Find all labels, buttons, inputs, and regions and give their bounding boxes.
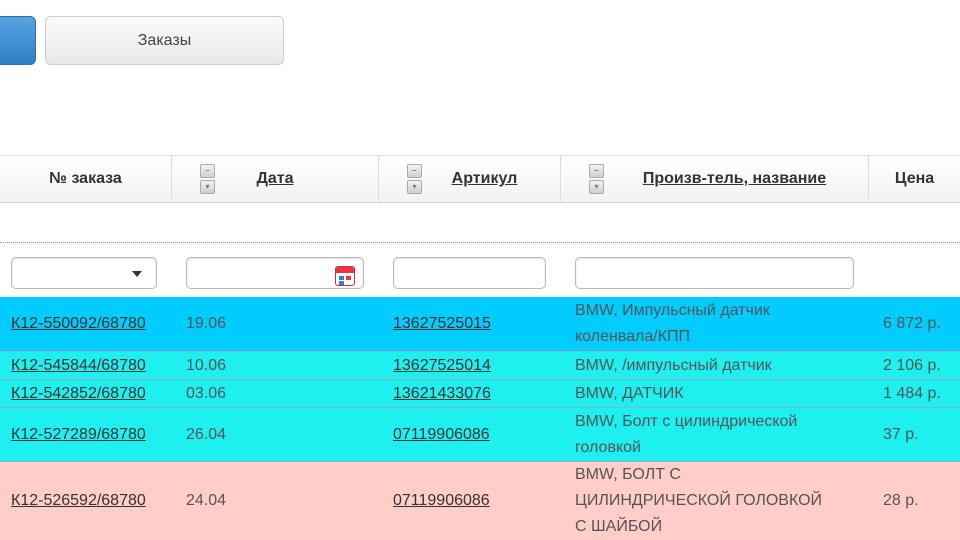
product-name-line: головкой [575,438,641,456]
product-name-line: коленвала/КПП [575,328,691,345]
order-date: 19.06 [186,315,227,332]
date-sort-control[interactable]: – ▾ [200,164,216,196]
sort-down-icon[interactable]: ▾ [407,180,422,194]
article-link[interactable]: 07119906086 [393,408,490,461]
table-row[interactable]: К12-527289/68780 26.04 07119906086 BMW, … [0,408,960,462]
tab-orders[interactable]: Заказы [45,16,284,65]
order-price: 2 106 р. [883,356,941,374]
table-header: № заказа – ▾ Дата – ▾ Артикул – ▾ Произв… [0,155,960,203]
column-header-price: Цена [869,156,960,202]
product-name: BMW, /импульсный датчик [575,356,772,374]
sort-up-icon[interactable]: – [200,164,215,178]
product-name: BMW, Болт с цилиндрической головкой [575,408,797,461]
article-link[interactable]: 13621433076 [393,380,491,407]
order-number-link[interactable]: К12-526592/68780 [11,462,146,540]
sort-down-icon[interactable]: ▾ [200,180,215,194]
article-link[interactable]: 13627525014 [393,352,491,379]
tab-orders-label: Заказы [137,31,192,49]
product-name: BMW, Импульсный датчик коленвала/КПП [575,297,770,351]
order-date: 03.06 [186,384,227,402]
column-article-label[interactable]: Артикул [452,170,518,188]
maker-filter-input[interactable] [575,257,854,289]
table-row[interactable]: К12-545844/68780 10.06 13627525014 BMW, … [0,352,960,380]
order-price: 6 872 р. [883,315,941,332]
sort-down-icon[interactable]: ▾ [589,180,604,194]
order-number-link[interactable]: К12-542852/68780 [11,380,146,407]
order-date: 24.04 [186,492,227,509]
order-number-link[interactable]: К12-550092/68780 [11,297,146,351]
product-name-line: ЦИЛИНДРИЧЕСКОЙ ГОЛОВКОЙ [575,492,823,509]
order-number-link[interactable]: К12-545844/68780 [11,352,146,379]
order-price: 28 р. [883,492,919,509]
column-date-label[interactable]: Дата [256,170,293,188]
column-maker-label[interactable]: Произв-тель, название [643,170,826,188]
article-filter-input[interactable] [393,257,546,289]
sort-up-icon[interactable]: – [589,164,604,178]
column-price-label: Цена [894,170,935,187]
column-header-date: – ▾ Дата [172,156,379,202]
product-name: BMW, БОЛТ С ЦИЛИНДРИЧЕСКОЙ ГОЛОВКОЙ С ША… [575,462,822,540]
product-name-line: BMW, Импульсный датчик [575,302,770,319]
table-row[interactable]: К12-550092/68780 19.06 13627525015 BMW, … [0,297,960,352]
order-date: 26.04 [186,425,227,443]
table-row[interactable]: К12-526592/68780 24.04 07119906086 BMW, … [0,462,960,540]
column-header-article: – ▾ Артикул [379,156,561,202]
product-name: BMW, ДАТЧИК [575,384,684,402]
column-header-maker: – ▾ Произв-тель, название [561,156,869,202]
column-header-order: № заказа [0,156,172,202]
product-name-line: С ШАЙБОЙ [575,518,663,535]
column-order-label: № заказа [49,170,122,187]
date-filter-input[interactable] [186,257,364,289]
order-price: 37 р. [883,425,919,443]
product-name-line: BMW, Болт с цилиндрической [575,412,798,430]
chevron-down-icon[interactable] [132,271,142,277]
calendar-icon[interactable] [335,266,355,286]
sort-up-icon[interactable]: – [407,164,422,178]
order-filter-select[interactable] [11,257,157,289]
maker-sort-control[interactable]: – ▾ [589,164,605,196]
header-divider [0,242,960,243]
article-link[interactable]: 13627525015 [393,297,491,351]
product-name-line: BMW, БОЛТ С [575,466,681,483]
article-link[interactable]: 07119906086 [393,462,490,540]
order-price: 1 484 р. [883,384,941,402]
tab-primary[interactable] [0,16,36,65]
order-number-link[interactable]: К12-527289/68780 [11,408,146,461]
article-sort-control[interactable]: – ▾ [407,164,423,196]
table-row[interactable]: К12-542852/68780 03.06 13621433076 BMW, … [0,380,960,408]
order-date: 10.06 [186,356,227,374]
